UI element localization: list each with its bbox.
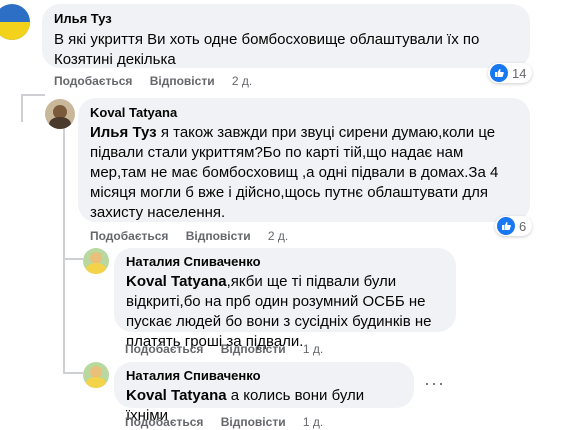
timestamp[interactable]: 1 д. <box>303 414 323 430</box>
comment-bubble: Илья Туз В які укриття Ви хоть одне бомб… <box>42 4 530 68</box>
comment-bubble: Koval Tatyana Илья Туз я також завжди пр… <box>78 98 530 222</box>
reply-button[interactable]: Відповісти <box>186 228 251 244</box>
mention-link[interactable]: Koval Tatyana <box>126 273 227 290</box>
thumbs-up-icon <box>497 217 515 235</box>
reaction-count[interactable]: 6 <box>495 216 533 236</box>
like-button[interactable]: Подобається <box>54 73 132 89</box>
comment-text: Koval Tatyana,якби ще ті підвали були ві… <box>126 272 444 352</box>
avatar[interactable] <box>83 248 109 274</box>
thread-line <box>63 128 65 372</box>
more-options-icon[interactable]: ··· <box>424 374 445 392</box>
timestamp[interactable]: 1 д. <box>303 341 323 357</box>
thread-line <box>21 94 23 122</box>
like-button[interactable]: Подобається <box>125 414 203 430</box>
thread-line <box>63 372 83 374</box>
avatar[interactable] <box>0 4 30 40</box>
like-button[interactable]: Подобається <box>90 228 168 244</box>
comment-actions: Подобається Відповісти 1 д. <box>125 414 323 430</box>
reaction-count[interactable]: 14 <box>488 63 533 83</box>
avatar[interactable] <box>83 362 109 388</box>
timestamp[interactable]: 2 д. <box>268 228 288 244</box>
thread-line <box>63 258 83 260</box>
reply-button[interactable]: Відповісти <box>150 73 215 89</box>
mention-link[interactable]: Koval Tatyana <box>126 387 227 404</box>
comment-actions: Подобається Відповісти 2 д. <box>54 73 252 89</box>
comment-actions: Подобається Відповісти 2 д. <box>90 228 288 244</box>
comment-text: Илья Туз я також завжди при звуці сирени… <box>90 123 518 223</box>
comment-bubble: Наталия Спиваченко Koval Tatyana,якби ще… <box>114 248 456 350</box>
thumbs-up-icon <box>490 64 508 82</box>
reply-button[interactable]: Відповісти <box>221 341 286 357</box>
comment-text: В які укриття Ви хоть одне бомбосховище … <box>54 31 480 68</box>
mention-link[interactable]: Илья Туз <box>90 124 157 141</box>
comment-actions: Подобається Відповісти 1 д. <box>125 341 323 357</box>
thread-line <box>21 94 45 96</box>
comment-bubble: Наталия Спиваченко Koval Tatyana а колис… <box>114 362 414 424</box>
reply-button[interactable]: Відповісти <box>221 414 286 430</box>
like-button[interactable]: Подобається <box>125 341 203 357</box>
reaction-count-value: 14 <box>512 65 527 81</box>
comment-author[interactable]: Наталия Спиваченко <box>126 368 402 384</box>
comment-author[interactable]: Koval Tatyana <box>90 105 518 121</box>
timestamp[interactable]: 2 д. <box>232 73 252 89</box>
reaction-count-value: 6 <box>519 218 527 234</box>
comment-author[interactable]: Илья Туз <box>54 11 518 27</box>
comment-author[interactable]: Наталия Спиваченко <box>126 254 444 270</box>
avatar[interactable] <box>45 99 75 129</box>
